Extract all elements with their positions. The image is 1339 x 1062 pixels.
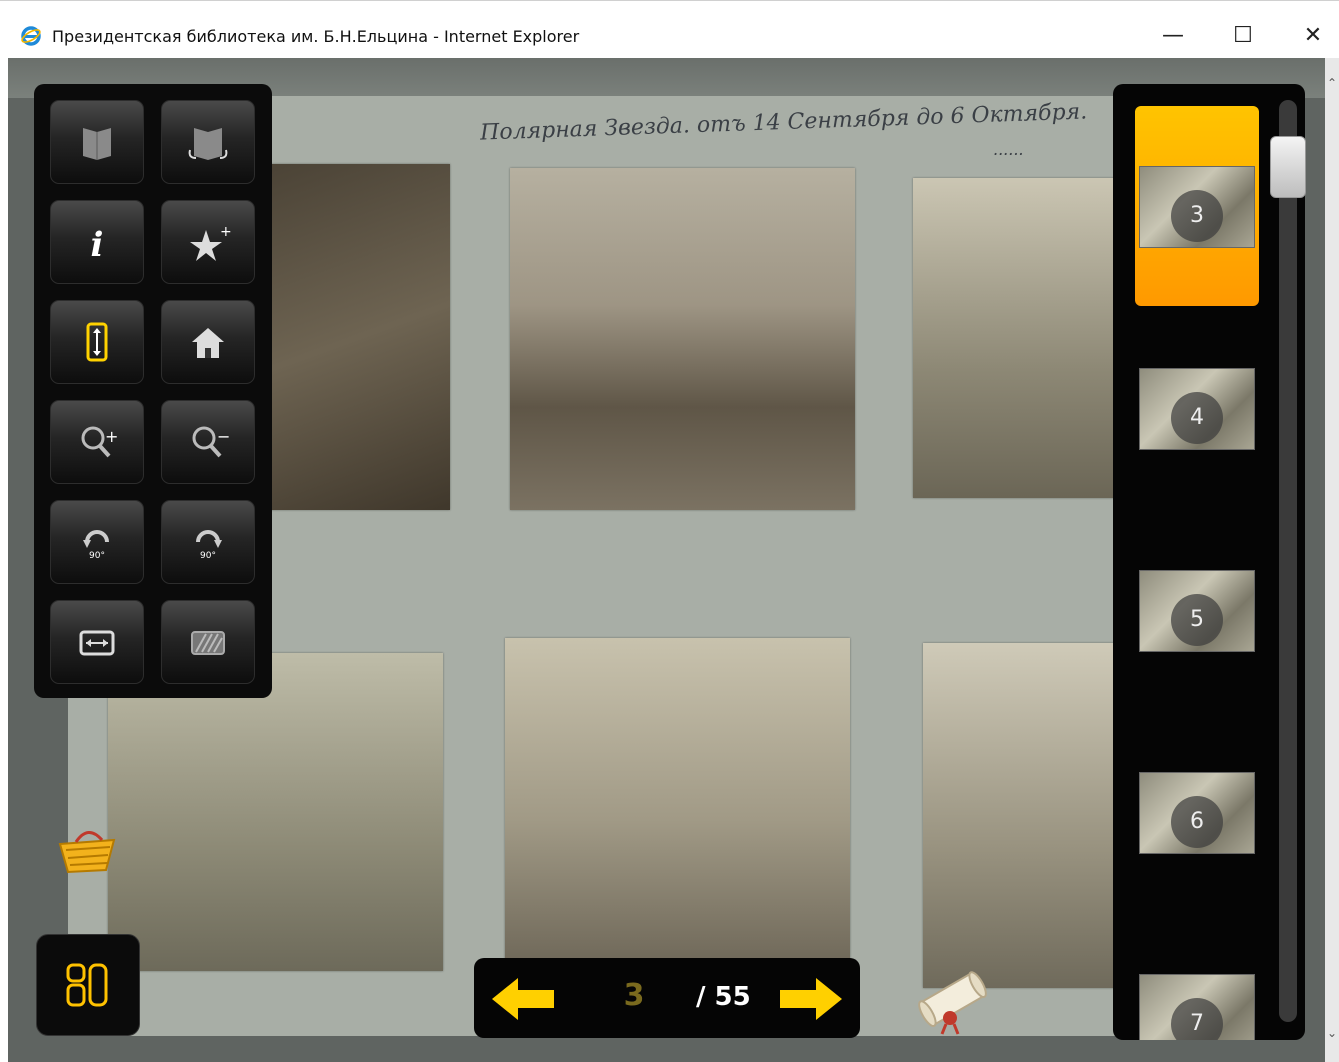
contrast-icon (191, 631, 225, 655)
thumbnail-page[interactable]: 5 (1135, 510, 1259, 710)
album-photo (108, 653, 443, 971)
single-page-icon (83, 128, 111, 160)
grid-view-icon (66, 963, 108, 1007)
thumbnail-page[interactable]: 4 (1135, 308, 1259, 508)
fit-height-button[interactable] (50, 300, 144, 384)
thumbnail-page-number: 6 (1171, 796, 1223, 848)
thumbnail-page[interactable]: 7 (1135, 914, 1259, 1040)
svg-text:−: − (217, 427, 230, 446)
next-page-arrow-icon[interactable] (778, 976, 842, 1022)
rotate-right-icon: 90° (196, 530, 222, 561)
scroll-icon[interactable] (910, 962, 996, 1038)
prev-page-arrow-icon[interactable] (492, 976, 556, 1022)
scroll-down-icon[interactable]: ⌄ (1325, 1026, 1339, 1042)
thumbnail-scroll-handle[interactable] (1270, 136, 1306, 198)
rotate-right-button[interactable]: 90° (161, 500, 255, 584)
rotate-left-button[interactable]: 90° (50, 500, 144, 584)
info-button[interactable]: i (50, 200, 144, 284)
thumbnail-page[interactable]: 3 (1135, 106, 1259, 306)
svg-text:+: + (105, 427, 118, 446)
zoom-out-icon: − (192, 426, 230, 458)
current-page-number[interactable]: 3 (604, 978, 664, 1013)
zoom-in-button[interactable]: + (50, 400, 144, 484)
fit-height-icon (86, 322, 108, 362)
contrast-button[interactable] (161, 600, 255, 684)
add-bookmark-button[interactable]: + (161, 200, 255, 284)
rotate-left-icon: 90° (83, 530, 109, 561)
add-bookmark-icon: + (190, 224, 232, 261)
fit-width-button[interactable] (50, 600, 144, 684)
maximize-button[interactable]: ☐ (1220, 15, 1266, 55)
handwritten-caption-secondary: ...... (993, 140, 1024, 159)
thumbnail-page[interactable]: 6 (1135, 712, 1259, 912)
thumbnail-page-number: 5 (1171, 594, 1223, 646)
window-scrollbar[interactable] (1325, 58, 1339, 1062)
viewer-toolbar: i + + − 90° 90° (34, 84, 272, 698)
grid-view-button[interactable] (36, 934, 140, 1036)
home-button[interactable] (161, 300, 255, 384)
thumbnail-panel: 3 4 5 6 7 (1113, 84, 1305, 1040)
two-page-button[interactable] (161, 100, 255, 184)
fit-width-icon (79, 630, 115, 656)
two-page-icon (188, 128, 228, 160)
page-navigation: 3 / 55 (474, 958, 860, 1038)
basket-icon[interactable] (52, 820, 122, 880)
thumbnail-page-number: 4 (1171, 392, 1223, 444)
window-title: Президентская библиотека им. Б.Н.Ельцина… (52, 27, 580, 46)
album-photo (913, 178, 1123, 498)
album-photo (510, 168, 855, 510)
minimize-button[interactable]: — (1150, 15, 1196, 55)
rotate-left-label: 90° (89, 551, 105, 561)
page-total: / 55 (696, 982, 751, 1012)
info-icon: i (91, 225, 104, 264)
zoom-out-button[interactable]: − (161, 400, 255, 484)
window-titlebar: Президентская библиотека им. Б.Н.Ельцина… (0, 0, 1339, 58)
album-photo (923, 643, 1123, 988)
thumbnail-page-number: 3 (1171, 190, 1223, 242)
ie-icon (21, 26, 41, 46)
svg-text:i: i (91, 225, 104, 264)
thumbnail-scrollbar[interactable] (1279, 100, 1297, 1022)
zoom-in-icon: + (81, 426, 118, 458)
svg-text:+: + (220, 224, 232, 240)
close-button[interactable]: ✕ (1290, 15, 1336, 55)
home-icon (192, 328, 224, 358)
album-photo (505, 638, 850, 968)
single-page-button[interactable] (50, 100, 144, 184)
scroll-up-icon[interactable]: ⌃ (1325, 76, 1339, 92)
rotate-right-label: 90° (200, 551, 216, 561)
album-photo (270, 164, 450, 510)
